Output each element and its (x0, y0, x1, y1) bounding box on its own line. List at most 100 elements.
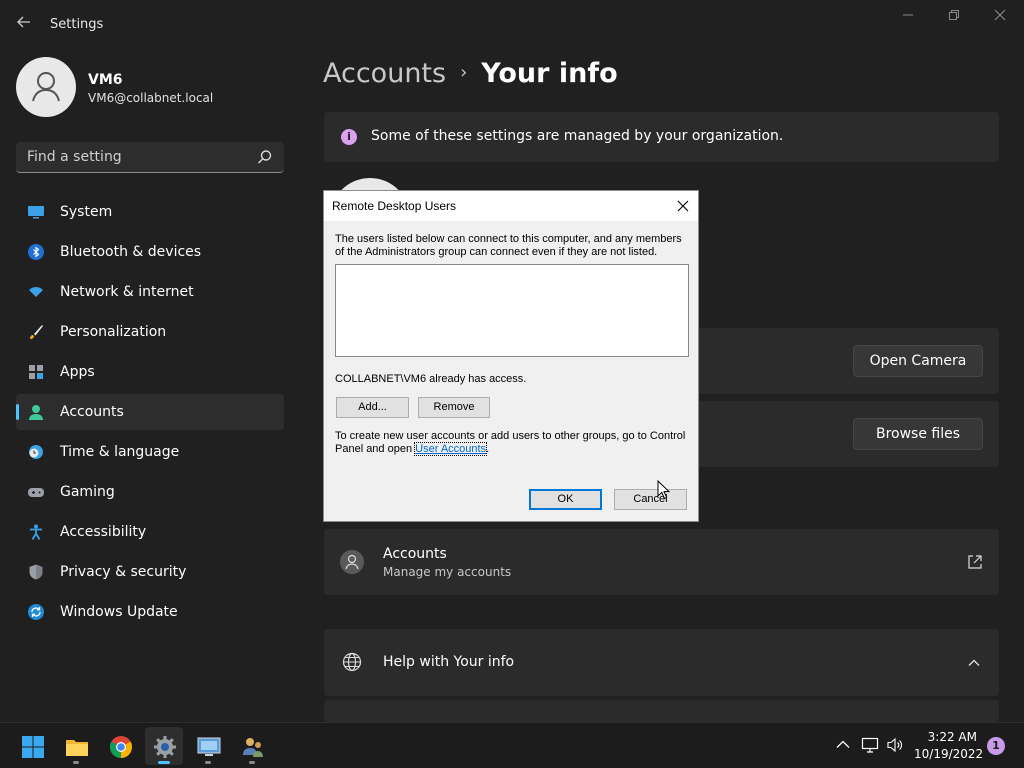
external-link-icon[interactable] (967, 554, 983, 570)
user-name: VM6 (88, 72, 123, 88)
info-icon: i (341, 129, 357, 145)
running-indicator (249, 761, 255, 764)
file-explorer-icon (66, 740, 88, 756)
sidebar-item-label: Apps (60, 364, 95, 380)
remote-desktop-icon (197, 737, 221, 756)
clock-time[interactable]: 3:22 AM (920, 730, 977, 744)
settings-icon (154, 736, 176, 758)
sidebar-item-time-language[interactable]: Time & language (16, 434, 284, 470)
accounts-card-subtitle: Manage my accounts (383, 565, 512, 579)
taskbar-users[interactable] (233, 727, 271, 765)
taskbar-settings[interactable] (145, 727, 183, 765)
gamepad-icon (28, 488, 44, 497)
sidebar-item-label: Personalization (60, 324, 167, 340)
dialog-title: Remote Desktop Users (332, 199, 457, 213)
user-email: VM6@collabnet.local (88, 91, 214, 105)
taskbar-file-explorer[interactable] (57, 727, 95, 765)
sidebar-item-label: Privacy & security (60, 564, 187, 580)
start-icon (22, 736, 44, 758)
help-text: To create new user accounts or add users… (335, 430, 686, 455)
search-box[interactable] (16, 142, 284, 173)
update-icon (28, 604, 44, 620)
dialog-description: The users listed below can connect to th… (335, 233, 682, 258)
avatar (16, 57, 76, 117)
sidebar-item-personalization[interactable]: Personalization (16, 314, 284, 350)
chevron-up-icon[interactable] (967, 656, 981, 670)
minimize-button[interactable] (888, 8, 928, 28)
help-suffix: . (486, 443, 490, 455)
breadcrumb-parent[interactable]: Accounts (323, 58, 446, 89)
person-icon (29, 405, 43, 420)
sidebar-item-label: Network & internet (60, 284, 194, 300)
brush-icon (30, 325, 43, 339)
sidebar-item-windows-update[interactable]: Windows Update (16, 594, 284, 630)
account-icon (340, 550, 364, 574)
sidebar-item-label: Gaming (60, 484, 115, 500)
search-icon[interactable] (256, 148, 274, 166)
wifi-icon (29, 287, 43, 297)
help-expander[interactable]: Help with Your info (324, 629, 999, 696)
active-indicator (158, 761, 170, 764)
user-accounts-link[interactable]: User Accounts (414, 442, 488, 456)
taskbar-remote-desktop[interactable] (189, 727, 227, 765)
search-input[interactable] (16, 142, 246, 172)
remote-desktop-users-dialog: Remote Desktop Users The users listed be… (323, 190, 699, 522)
mouse-cursor-icon (657, 480, 671, 500)
browse-files-button[interactable]: Browse files (853, 418, 983, 450)
sidebar-nav: System Bluetooth & devices Network & int… (16, 194, 284, 634)
open-camera-button[interactable]: Open Camera (853, 345, 983, 377)
help-content-peek (324, 700, 999, 722)
sidebar-item-label: Bluetooth & devices (60, 244, 202, 260)
sidebar-item-accounts[interactable]: Accounts (16, 394, 284, 430)
start-button[interactable] (13, 727, 51, 765)
access-note: COLLABNET\VM6 already has access. (335, 373, 527, 385)
back-arrow-icon[interactable] (14, 14, 34, 34)
clock-globe-icon (29, 445, 43, 459)
app-title: Settings (50, 17, 104, 32)
sidebar-item-label: System (60, 204, 113, 220)
running-indicator (73, 761, 79, 764)
sidebar-item-label: Time & language (60, 444, 180, 460)
sidebar-item-accessibility[interactable]: Accessibility (16, 514, 284, 550)
chevron-up-icon[interactable] (834, 736, 852, 754)
chrome-icon (110, 736, 132, 758)
volume-icon[interactable] (886, 736, 904, 754)
dialog-help-text: To create new user accounts or add users… (335, 430, 691, 456)
dialog-title-bar: Remote Desktop Users (324, 191, 698, 221)
ok-button[interactable]: OK (529, 489, 602, 510)
sidebar-item-bluetooth[interactable]: Bluetooth & devices (16, 234, 284, 270)
cancel-button[interactable]: Cancel (614, 489, 687, 510)
taskbar-chrome[interactable] (101, 727, 139, 765)
org-notice-banner: i Some of these settings are managed by … (324, 112, 999, 162)
help-card-title: Help with Your info (383, 654, 515, 670)
sidebar-item-label: Accounts (60, 404, 124, 420)
sidebar-item-network[interactable]: Network & internet (16, 274, 284, 310)
shield-icon (29, 564, 43, 580)
page-title: Your info (481, 58, 618, 89)
breadcrumb-separator: › (460, 62, 468, 83)
network-icon[interactable] (861, 736, 879, 754)
breadcrumb: Accounts › Your info (323, 58, 618, 89)
remove-user-button[interactable]: Remove (418, 397, 490, 418)
sidebar-item-privacy-security[interactable]: Privacy & security (16, 554, 284, 590)
sidebar-item-label: Accessibility (60, 524, 147, 540)
globe-icon (342, 652, 362, 672)
notification-badge[interactable]: 1 (987, 737, 1005, 755)
running-indicator (205, 761, 211, 764)
accessibility-icon (30, 524, 42, 540)
title-bar: Settings (0, 0, 1024, 48)
close-icon[interactable] (674, 197, 692, 215)
users-listbox[interactable] (335, 264, 689, 357)
add-user-button[interactable]: Add... (336, 397, 409, 418)
accounts-link-card[interactable]: Accounts Manage my accounts (324, 529, 999, 595)
users-icon (243, 738, 263, 757)
clock-date[interactable]: 10/19/2022 (914, 747, 983, 761)
close-window-button[interactable] (980, 8, 1020, 28)
sidebar-item-system[interactable]: System (16, 194, 284, 230)
restore-button[interactable] (934, 8, 974, 28)
sidebar-item-gaming[interactable]: Gaming (16, 474, 284, 510)
bluetooth-icon (28, 244, 44, 260)
apps-icon (29, 365, 43, 379)
sidebar-item-apps[interactable]: Apps (16, 354, 284, 390)
taskbar: 3:22 AM 10/19/2022 1 (0, 722, 1024, 768)
